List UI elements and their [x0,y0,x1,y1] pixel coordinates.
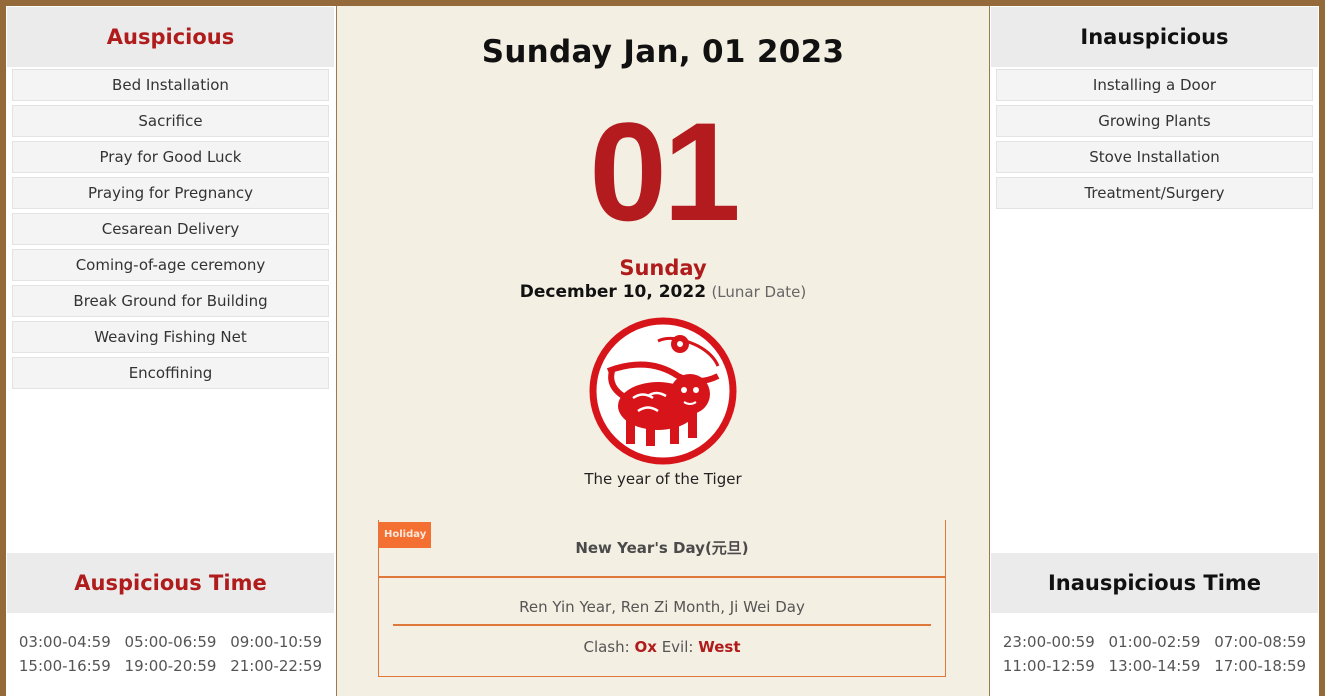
time-slot: 05:00-06:59 [124,633,217,651]
clash-value: Ox [634,638,657,656]
evil-label: Evil: [661,638,694,656]
time-slot: 07:00-08:59 [1214,633,1307,651]
right-column: Inauspicious Installing a Door Growing P… [990,6,1319,690]
time-slot: 09:00-10:59 [230,633,323,651]
clash-label: Clash: [583,638,630,656]
inauspicious-time-heading: Inauspicious Time [991,553,1318,613]
inauspicious-item[interactable]: Installing a Door [996,69,1313,101]
inauspicious-heading: Inauspicious [991,7,1318,67]
auspicious-time-section: Auspicious Time 03:00-04:59 05:00-06:59 … [6,552,335,675]
time-slot: 19:00-20:59 [124,657,217,675]
inauspicious-item[interactable]: Growing Plants [996,105,1313,137]
time-slot: 03:00-04:59 [18,633,111,651]
clash-evil-line: Clash: Ox Evil: West [379,638,945,656]
zodiac-caption: The year of the Tiger [584,470,742,488]
lunar-date-value: December 10, 2022 [519,282,707,302]
holiday-badge: Holiday [379,522,432,548]
auspicious-item[interactable]: Encoffining [12,357,329,389]
zodiac-image [337,316,989,466]
ganzhi-text: Ren Yin Year, Ren Zi Month, Ji Wei Day [519,598,805,616]
auspicious-time-heading: Auspicious Time [7,553,334,613]
inauspicious-time-list: 23:00-00:59 01:00-02:59 07:00-08:59 11:0… [990,613,1319,675]
left-column: Auspicious Bed Installation Sacrifice Pr… [6,6,335,690]
time-slot: 15:00-16:59 [18,657,111,675]
weekday-label: Sunday [619,256,707,280]
time-slot: 21:00-22:59 [230,657,323,675]
inauspicious-item[interactable]: Treatment/Surgery [996,177,1313,209]
auspicious-item[interactable]: Coming-of-age ceremony [12,249,329,281]
auspicious-heading: Auspicious [7,7,334,67]
auspicious-item[interactable]: Praying for Pregnancy [12,177,329,209]
inauspicious-time-section: Inauspicious Time 23:00-00:59 01:00-02:5… [990,552,1319,675]
page-title: Sunday Jan, 01 2023 [481,34,845,70]
center-column: Sunday Jan, 01 2023 01 Sunday December 1… [336,6,990,696]
auspicious-item[interactable]: Pray for Good Luck [12,141,329,173]
time-slot: 23:00-00:59 [1002,633,1095,651]
holiday-panel: Holiday New Year's Day(元旦) Ren Yin Year,… [378,520,946,677]
holiday-name: New Year's Day(元旦) [379,520,945,578]
auspicious-list: Bed Installation Sacrifice Pray for Good… [6,67,335,389]
auspicious-item[interactable]: Weaving Fishing Net [12,321,329,353]
lunar-date-label: (Lunar Date) [711,283,807,301]
time-slot: 11:00-12:59 [1002,657,1095,675]
auspicious-item[interactable]: Bed Installation [12,69,329,101]
time-slot: 01:00-02:59 [1108,633,1201,651]
inauspicious-list: Installing a Door Growing Plants Stove I… [990,67,1319,209]
evil-value: West [698,638,741,656]
calendar-frame: Auspicious Bed Installation Sacrifice Pr… [6,6,1319,696]
auspicious-item[interactable]: Sacrifice [12,105,329,137]
time-slot: 13:00-14:59 [1108,657,1201,675]
auspicious-item[interactable]: Cesarean Delivery [12,213,329,245]
day-number: 01 [589,93,741,250]
auspicious-item[interactable]: Break Ground for Building [12,285,329,317]
time-slot: 17:00-18:59 [1214,657,1307,675]
tiger-papercut-icon [589,317,737,465]
auspicious-time-list: 03:00-04:59 05:00-06:59 09:00-10:59 15:0… [6,613,335,675]
lunar-date: December 10, 2022 (Lunar Date) [337,282,989,302]
inauspicious-item[interactable]: Stove Installation [996,141,1313,173]
divider [393,624,931,626]
